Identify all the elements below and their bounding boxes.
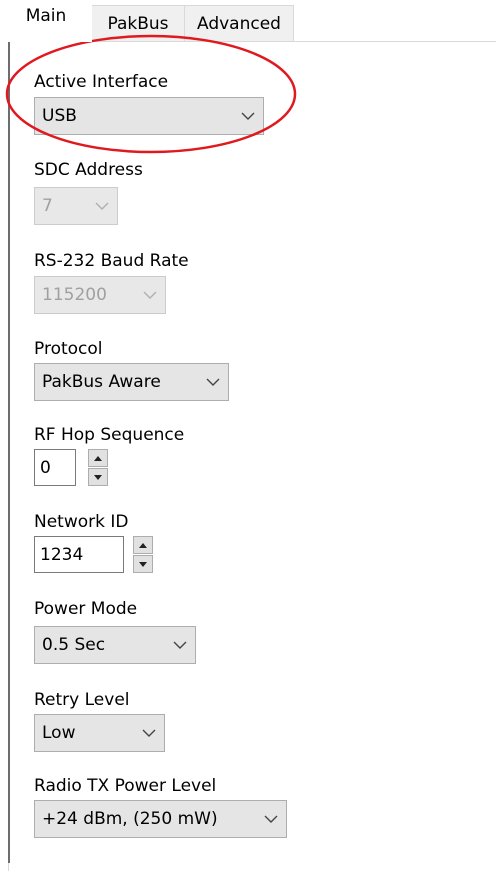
tab-main-label: Main	[25, 6, 67, 26]
network-id-stepper	[133, 536, 153, 573]
active-interface-value: USB	[42, 106, 77, 126]
network-id-value: 1234	[40, 544, 84, 565]
tab-pakbus-label: PakBus	[107, 14, 169, 34]
protocol-label: Protocol	[34, 339, 103, 359]
tx-power-select[interactable]: +24 dBm, (250 mW)	[34, 800, 287, 838]
arrow-down-icon[interactable]	[133, 555, 153, 573]
panel-left-edge	[8, 42, 10, 863]
active-interface-label: Active Interface	[34, 72, 169, 92]
rs232-baud-select[interactable]: 115200	[34, 276, 166, 314]
retry-level-value: Low	[42, 723, 76, 743]
rf-hop-stepper	[88, 449, 108, 486]
sdc-address-value: 7	[42, 196, 53, 216]
tab-advanced-label: Advanced	[197, 14, 281, 34]
chevron-down-icon	[198, 378, 228, 386]
arrow-up-icon[interactable]	[88, 449, 108, 467]
power-mode-label: Power Mode	[34, 599, 138, 619]
chevron-down-icon	[87, 202, 117, 210]
power-mode-value: 0.5 Sec	[42, 635, 106, 655]
rf-hop-label: RF Hop Sequence	[34, 425, 185, 445]
sdc-address-select[interactable]: 7	[34, 187, 118, 225]
rf-hop-input[interactable]: 0	[34, 449, 76, 486]
rf-hop-value: 0	[40, 457, 51, 478]
protocol-select[interactable]: PakBus Aware	[34, 363, 229, 401]
chevron-down-icon	[135, 291, 165, 299]
tab-pakbus[interactable]: PakBus	[91, 5, 185, 42]
arrow-up-icon[interactable]	[133, 536, 153, 554]
tab-main[interactable]: Main	[0, 0, 92, 42]
chevron-down-icon	[134, 729, 164, 737]
retry-level-select[interactable]: Low	[34, 714, 165, 752]
sdc-address-label: SDC Address	[34, 160, 143, 180]
chevron-down-icon	[233, 112, 263, 120]
network-id-input[interactable]: 1234	[34, 536, 124, 573]
arrow-down-icon[interactable]	[88, 468, 108, 486]
active-interface-select[interactable]: USB	[34, 97, 264, 135]
power-mode-select[interactable]: 0.5 Sec	[34, 626, 196, 664]
chevron-down-icon	[256, 815, 286, 823]
rs232-baud-value: 115200	[42, 285, 107, 305]
rs232-baud-label: RS-232 Baud Rate	[34, 251, 189, 271]
tab-advanced[interactable]: Advanced	[184, 5, 294, 42]
chevron-down-icon	[165, 641, 195, 649]
network-id-label: Network ID	[34, 512, 129, 532]
tx-power-value: +24 dBm, (250 mW)	[42, 809, 218, 829]
retry-level-label: Retry Level	[34, 690, 130, 710]
protocol-value: PakBus Aware	[42, 372, 161, 392]
tx-power-label: Radio TX Power Level	[34, 776, 217, 796]
